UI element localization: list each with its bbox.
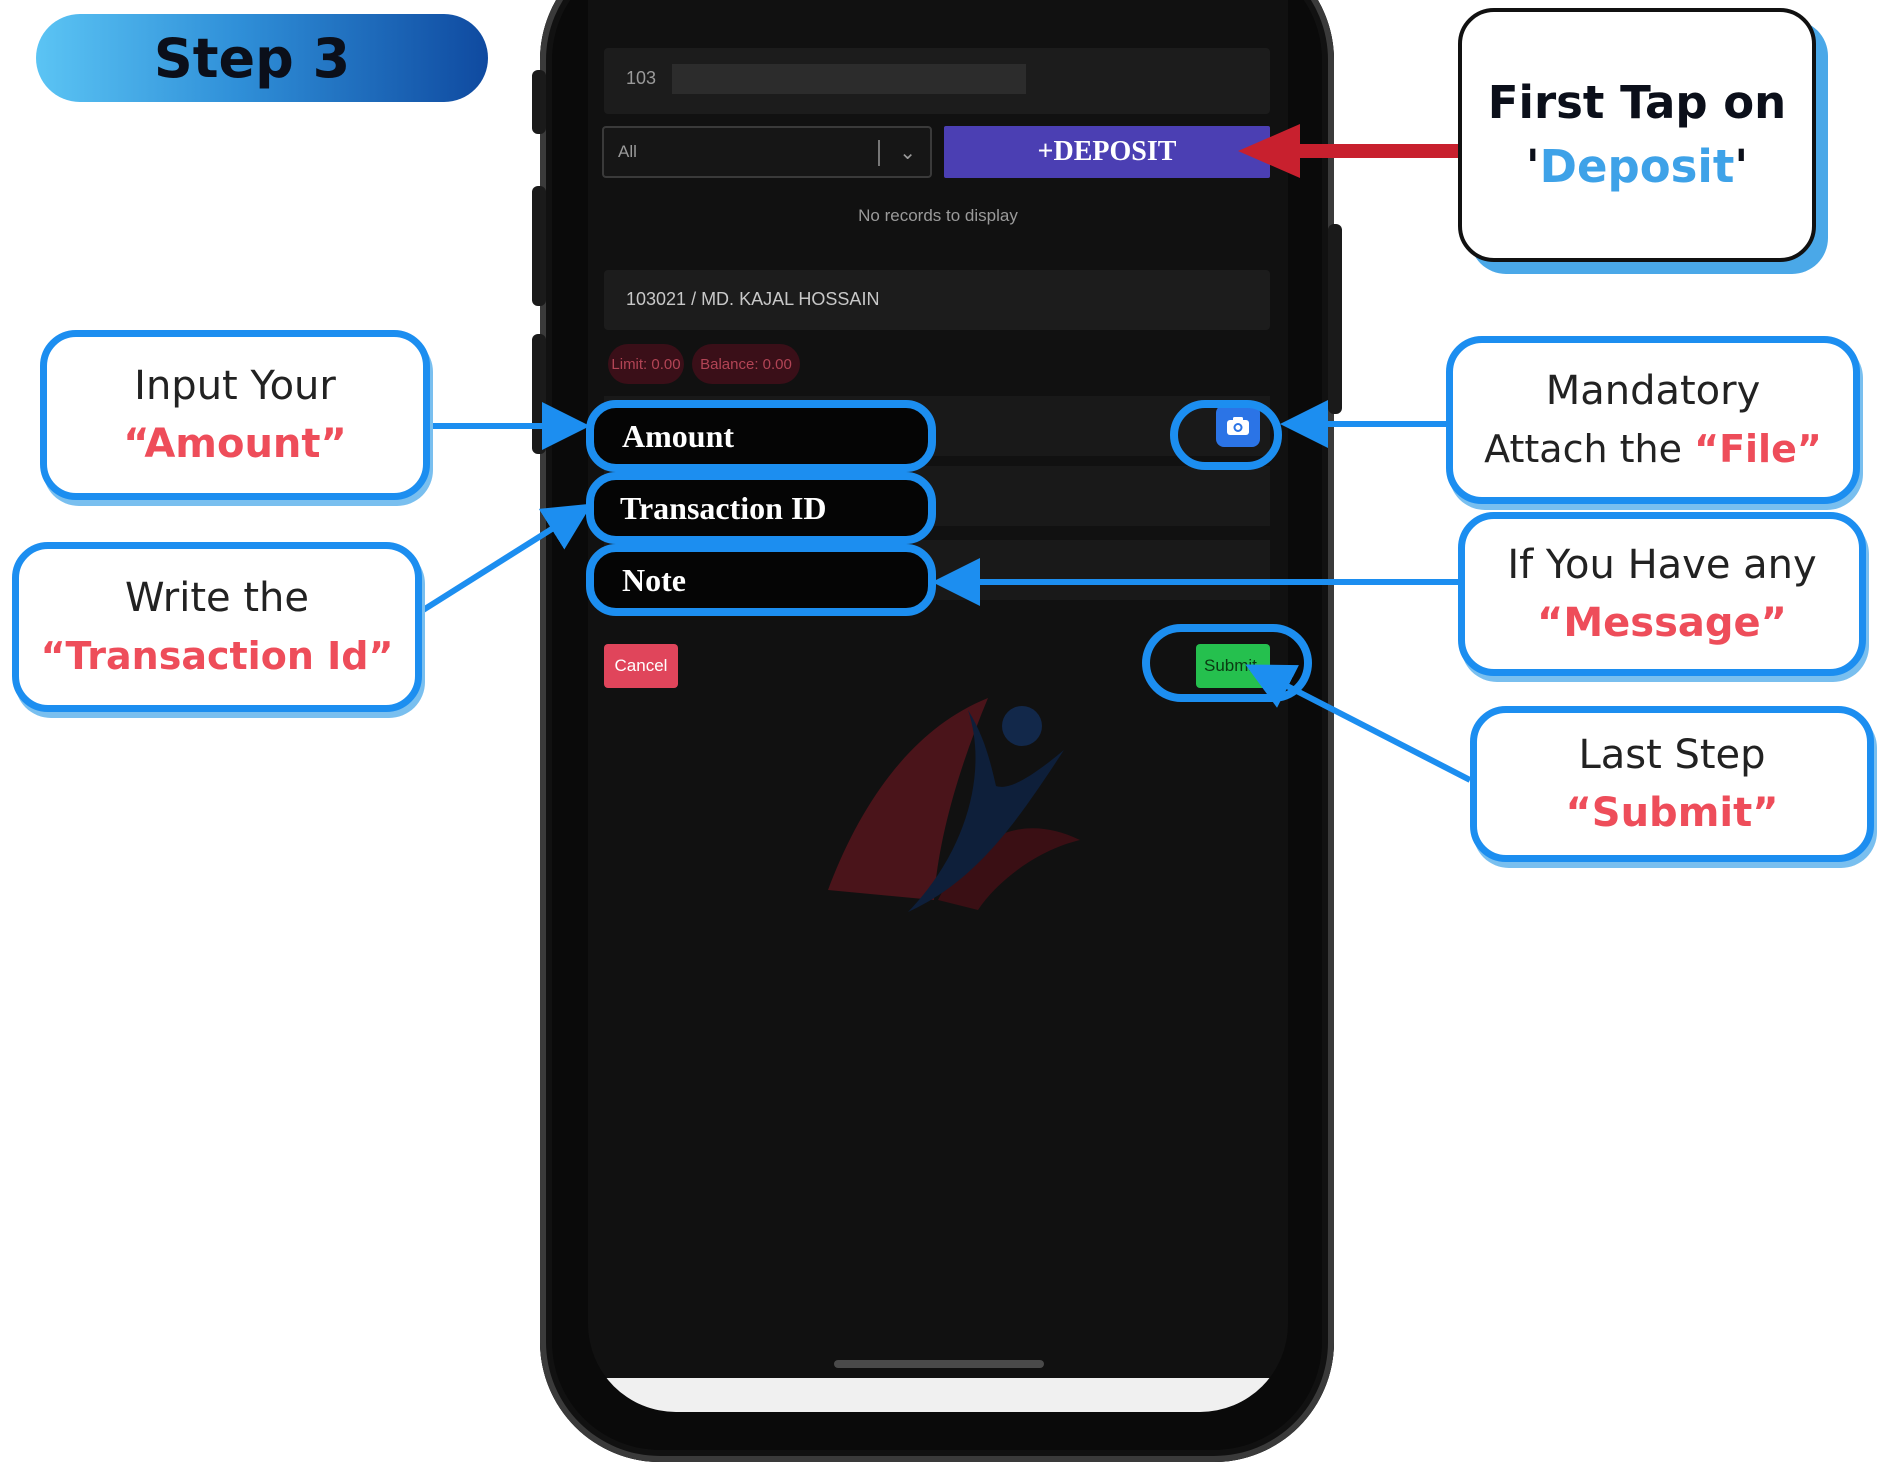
phone-side-button [532,186,546,306]
callout-amount-line1: Input Your [134,363,336,409]
amount-highlight[interactable]: Amount [586,400,936,472]
phone-screen: 103 All ⌄ +DEPOSIT No records to display… [588,0,1288,1412]
note-highlight[interactable]: Note [586,544,936,616]
cancel-button[interactable]: Cancel [604,644,678,688]
callout-submit-line1: Last Step [1578,732,1766,778]
callout-message-highlight: “Message” [1537,600,1787,646]
step-badge: Step 3 [36,14,488,102]
callout-file-line1: Mandatory [1545,368,1761,414]
step-label: Step 3 [153,26,351,90]
callout-amount: Input Your “Amount” [40,330,430,500]
callout-submit: Last Step “Submit” [1470,706,1874,862]
select-separator [878,140,880,166]
filter-value: All [618,142,637,161]
brand-logo-watermark [828,698,1080,912]
phone-side-button [1328,224,1342,414]
callout-deposit-highlight: Deposit [1539,140,1735,193]
callout-file-highlight: “File” [1694,427,1822,471]
phone-side-button [532,334,546,454]
account-name: 103021 / MD. KAJAL HOSSAIN [626,289,880,309]
filter-select[interactable]: All ⌄ [602,126,932,178]
cancel-label: Cancel [614,656,668,675]
account-info-field[interactable]: 103021 / MD. KAJAL HOSSAIN [604,270,1270,330]
deposit-label: +DEPOSIT [1037,136,1177,167]
deposit-button[interactable]: +DEPOSIT [944,126,1270,178]
account-select[interactable]: 103 [604,48,1270,114]
callout-file: Mandatory Attach the “File” [1446,336,1860,504]
callout-transaction-line1: Write the [125,575,309,621]
callout-submit-highlight: “Submit” [1565,790,1779,836]
screen-bottom-bar [588,1378,1288,1412]
camera-highlight-ring [1170,400,1282,470]
callout-file-line2: Attach the “File” [1484,427,1822,471]
no-records-text: No records to display [858,206,1018,225]
chevron-down-icon: ⌄ [899,140,916,164]
callout-deposit: First Tap on 'Deposit' [1458,8,1816,262]
limit-badge: Limit: 0.00 [608,344,684,384]
callout-transaction: Write the “Transaction Id” [12,542,422,712]
account-mask [672,64,1026,94]
callout-deposit-line2: 'Deposit' [1525,140,1749,193]
transaction-id-highlight[interactable]: Transaction ID [586,472,936,544]
callout-deposit-line1: First Tap on [1487,76,1787,129]
submit-highlight-ring [1142,624,1312,702]
balance-badge: Balance: 0.00 [692,344,800,384]
phone-side-button [532,70,546,134]
home-indicator [834,1360,1044,1368]
callout-transaction-highlight: “Transaction Id” [40,634,394,678]
account-prefix: 103 [626,68,657,88]
callout-message: If You Have any “Message” [1458,512,1866,676]
callout-message-line1: If You Have any [1507,542,1817,588]
callout-amount-highlight: “Amount” [123,421,347,467]
